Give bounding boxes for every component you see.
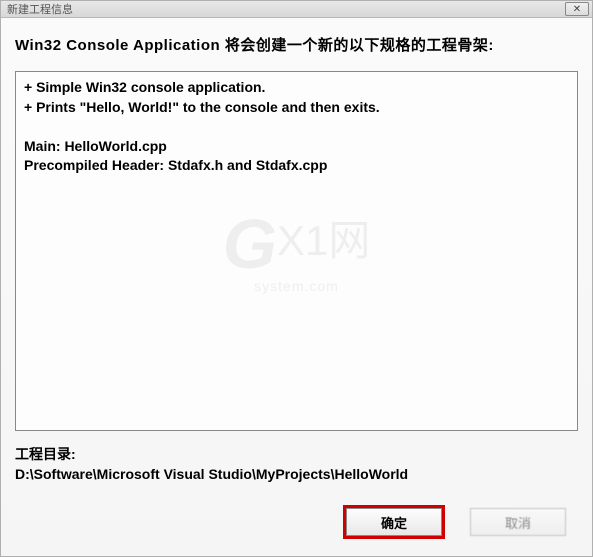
project-info-text: + Simple Win32 console application. + Pr… — [24, 79, 380, 173]
titlebar: 新建工程信息 ✕ — [1, 1, 592, 18]
cancel-button[interactable]: 取消 — [470, 508, 566, 536]
dialog-window: 新建工程信息 ✕ Win32 Console Application 将会创建一… — [0, 0, 593, 557]
project-directory-section: 工程目录: D:\Software\Microsoft Visual Studi… — [15, 445, 578, 484]
watermark: GX1网system.com — [223, 209, 371, 293]
dialog-content: Win32 Console Application 将会创建一个新的以下规格的工… — [1, 18, 592, 556]
button-row: 确定 取消 — [15, 508, 578, 546]
window-title: 新建工程信息 — [7, 1, 73, 17]
close-icon: ✕ — [573, 4, 581, 15]
dialog-heading: Win32 Console Application 将会创建一个新的以下规格的工… — [15, 34, 578, 55]
ok-button[interactable]: 确定 — [346, 508, 442, 536]
project-info-box: + Simple Win32 console application. + Pr… — [15, 71, 578, 431]
project-directory-label: 工程目录: — [15, 445, 578, 465]
project-directory-path: D:\Software\Microsoft Visual Studio\MyPr… — [15, 465, 578, 485]
close-button[interactable]: ✕ — [565, 2, 589, 16]
